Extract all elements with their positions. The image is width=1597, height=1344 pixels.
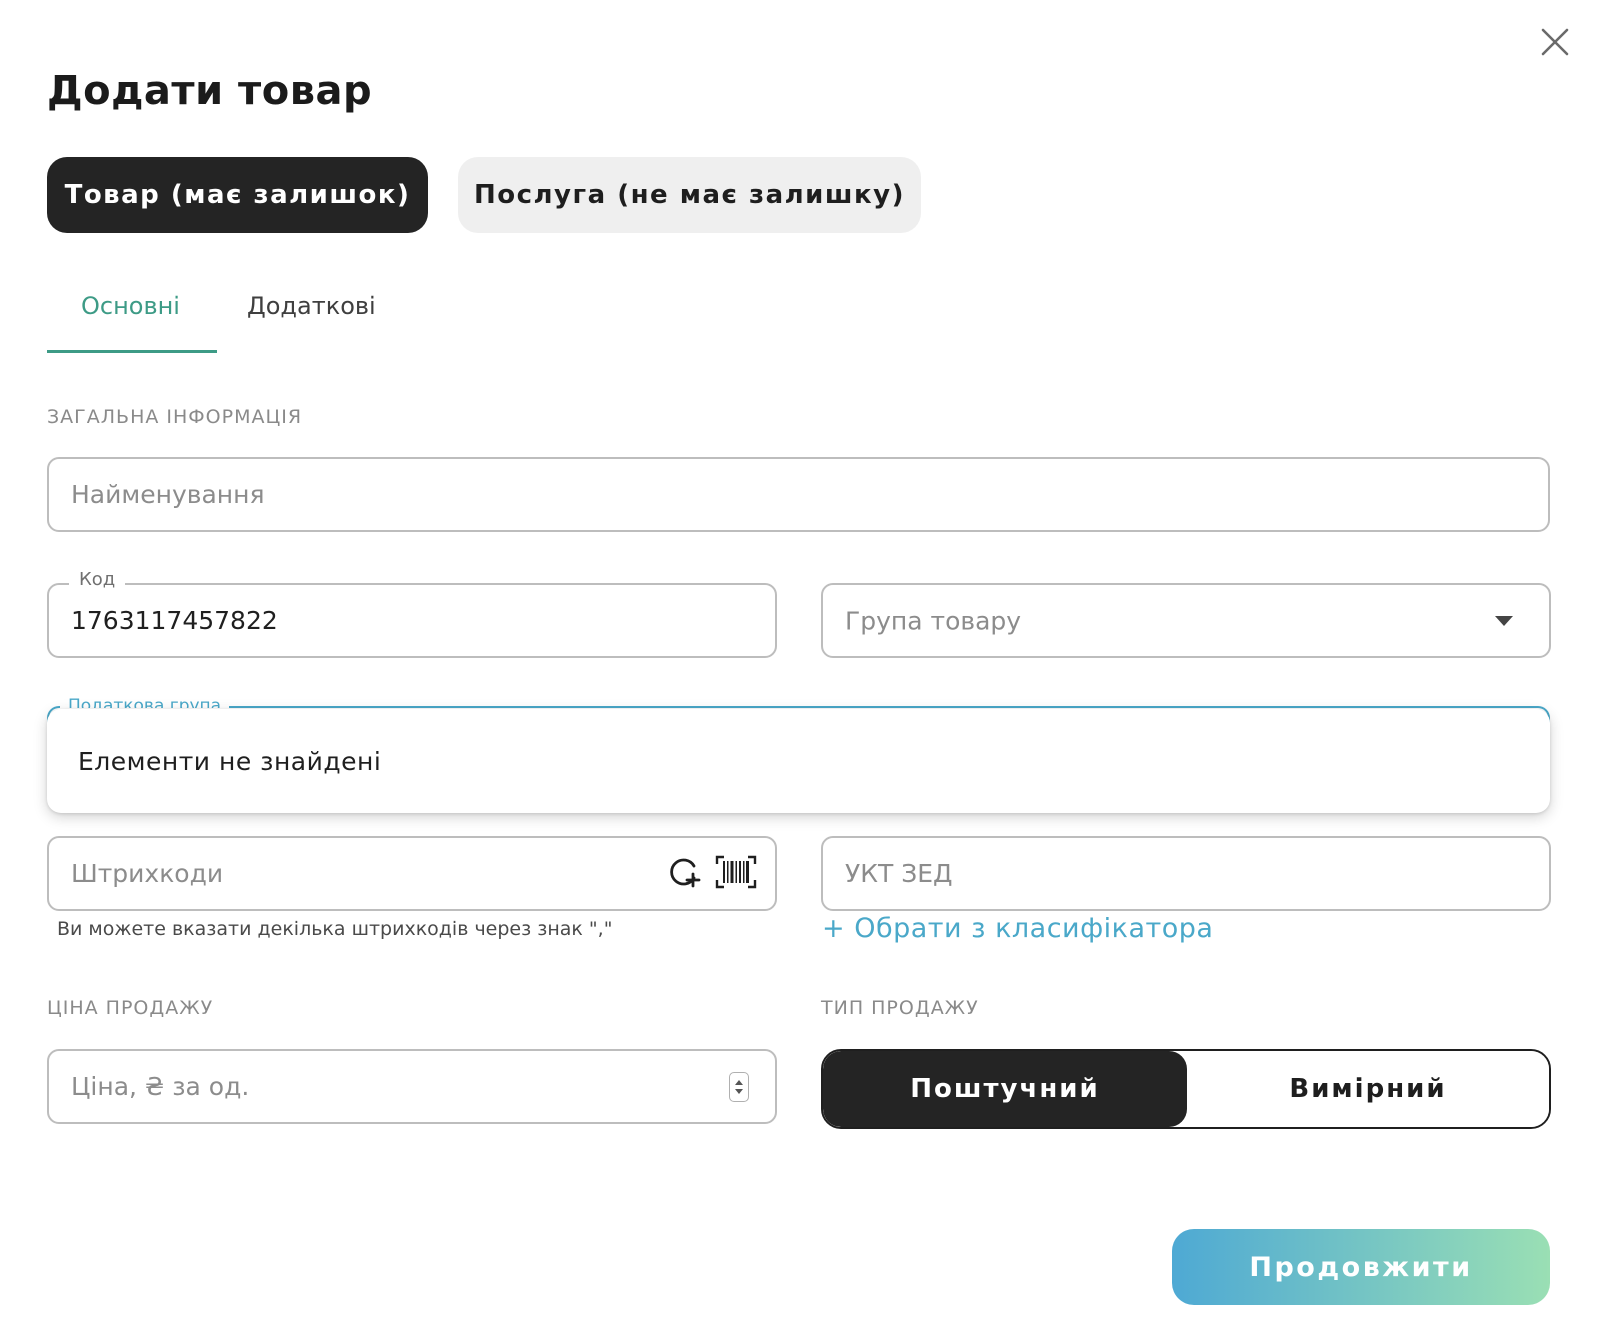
sale-type-heading: ТИП ПРОДАЖУ xyxy=(821,997,979,1019)
chevron-down-icon[interactable] xyxy=(1495,615,1513,626)
uktzed-input[interactable] xyxy=(845,838,1525,909)
price-input[interactable] xyxy=(71,1051,711,1122)
barcodes-field[interactable] xyxy=(47,836,777,911)
tax-group-label: Податкова група xyxy=(60,696,230,708)
tax-group-dropdown: Елементи не знайдені xyxy=(47,709,1550,813)
close-button[interactable] xyxy=(1535,22,1575,62)
price-heading: ЦІНА ПРОДАЖУ xyxy=(47,997,214,1019)
product-group-placeholder: Група товару xyxy=(845,606,1022,635)
close-icon xyxy=(1541,28,1569,56)
tab-main[interactable]: Основні xyxy=(81,292,180,320)
active-tab-indicator xyxy=(47,350,217,353)
code-input[interactable] xyxy=(71,585,751,656)
barcodes-input[interactable] xyxy=(71,838,631,909)
general-info-heading: ЗАГАЛЬНА ІНФОРМАЦІЯ xyxy=(47,406,303,428)
product-group-select[interactable]: Група товару xyxy=(821,583,1551,658)
price-field[interactable] xyxy=(47,1049,777,1124)
name-input[interactable] xyxy=(71,459,1521,530)
measured-sale-option[interactable]: Вимірний xyxy=(1187,1051,1549,1127)
modal-title: Додати товар xyxy=(47,68,373,114)
tab-additional[interactable]: Додаткові xyxy=(247,292,376,320)
stepper-down-icon[interactable] xyxy=(735,1088,743,1094)
piece-sale-option[interactable]: Поштучний xyxy=(823,1051,1187,1127)
goods-type-button[interactable]: Товар (має залишок) xyxy=(47,157,428,233)
uktzed-field[interactable] xyxy=(821,836,1551,911)
name-field[interactable] xyxy=(47,457,1550,532)
dropdown-empty-message: Елементи не знайдені xyxy=(78,746,382,776)
sale-type-toggle: Поштучний Вимірний xyxy=(821,1049,1551,1129)
barcode-scan-icon[interactable] xyxy=(715,855,757,893)
stepper-up-icon[interactable] xyxy=(735,1079,743,1085)
continue-button[interactable]: Продовжити xyxy=(1172,1229,1550,1305)
barcodes-hint: Ви можете вказати декілька штрихкодів че… xyxy=(57,918,613,940)
generate-barcode-icon[interactable] xyxy=(667,855,701,893)
code-field[interactable]: Код xyxy=(47,569,777,658)
choose-from-classifier-link[interactable]: + Обрати з класифікатора xyxy=(822,913,1213,944)
service-type-button[interactable]: Послуга (не має залишку) xyxy=(458,157,921,233)
price-stepper[interactable] xyxy=(729,1071,749,1102)
